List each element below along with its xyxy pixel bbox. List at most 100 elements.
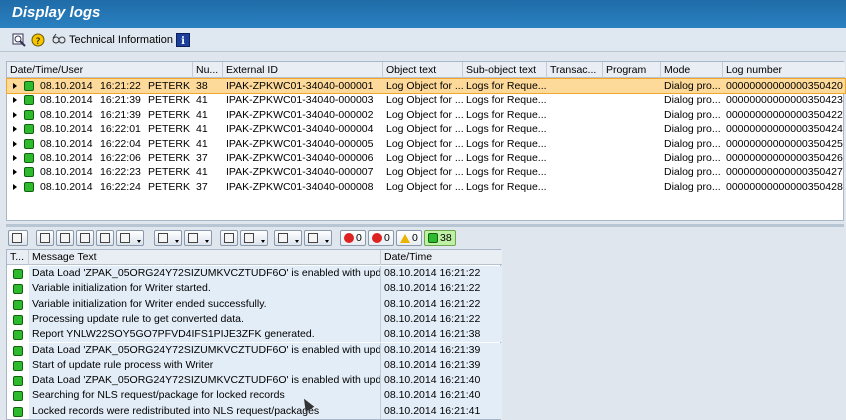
message-text: Variable initialization for Writer start… [29, 281, 381, 297]
success-count-button[interactable]: 38 [424, 230, 456, 246]
log-row[interactable]: 08.10.2014 16:22:04 PETERK 41 IPAK-ZPKWC01-3… [7, 137, 845, 151]
find-icon[interactable] [12, 32, 26, 48]
message-text: Data Load 'ZPAK_05ORG24Y72SIZUMKVCZTUDF6… [29, 342, 381, 358]
log-cell-ext-id: IPAK-ZPKWC01-34040-000004 [226, 123, 374, 136]
log-cell-object: Log Object for ... [386, 94, 463, 107]
log-cell-date: 08.10.2014 [40, 166, 93, 179]
help-icon[interactable]: ? [31, 32, 45, 48]
log-cell-user: PETERK [148, 152, 191, 164]
sum-dropdown-icon[interactable] [154, 230, 182, 246]
column-header-program[interactable]: Program [603, 62, 661, 78]
log-cell-time: 16:21:39 [100, 94, 141, 107]
warning-count-button[interactable]: 0 [396, 230, 422, 246]
expand-arrow-icon[interactable] [13, 155, 17, 161]
expand-arrow-icon[interactable] [13, 83, 17, 89]
log-row[interactable]: 08.10.2014 16:21:39 PETERK 41 IPAK-ZPKWC01-3… [7, 108, 845, 122]
log-cell-date: 08.10.2014 [40, 80, 93, 92]
expand-arrow-icon[interactable] [13, 183, 17, 190]
message-row[interactable]: Searching for NLS request/package for lo… [7, 388, 502, 404]
layout-dropdown-icon[interactable] [304, 230, 332, 246]
log-cell-num: 41 [196, 137, 208, 150]
log-cell-user: PETERK [148, 180, 191, 193]
status-led-icon [24, 153, 34, 163]
export-icon[interactable] [274, 230, 302, 246]
column-header-date-time-user[interactable]: Date/Time/User [7, 62, 193, 78]
log-cell-log-number: 00000000000000350422 [726, 108, 843, 121]
find-next-icon[interactable] [96, 230, 114, 246]
views-dropdown-icon[interactable] [240, 230, 268, 246]
column-header-subobject-text[interactable]: Sub-object text [463, 62, 547, 78]
log-cell-time: 16:22:01 [100, 123, 141, 136]
column-header-object-text[interactable]: Object text [383, 62, 463, 78]
message-text: Searching for NLS request/package for lo… [29, 388, 381, 404]
log-cell-time: 16:22:24 [100, 180, 141, 193]
column-header-date-time[interactable]: Date/Time [381, 250, 502, 265]
expand-arrow-icon[interactable] [13, 97, 17, 104]
log-row[interactable]: 08.10.2014 16:21:22 PETERK 38 IPAK-ZPKWC01-3… [6, 77, 846, 95]
print-preview-icon[interactable] [220, 230, 238, 246]
message-row[interactable]: Processing update rule to get converted … [7, 311, 502, 328]
log-row[interactable]: 08.10.2014 16:22:06 PETERK 37 IPAK-ZPKWC01-3… [7, 151, 845, 165]
message-row[interactable]: Data Load 'ZPAK_05ORG24Y72SIZUMKVCZTUDF6… [7, 266, 502, 282]
log-cell-num: 41 [196, 108, 208, 121]
message-date-time: 08.10.2014 16:21:22 [381, 266, 502, 282]
expand-icon[interactable] [8, 230, 28, 246]
log-cell-trans [547, 151, 603, 165]
log-cell-date: 08.10.2014 [40, 152, 93, 164]
message-type-icon [13, 391, 23, 402]
print-icon[interactable] [36, 230, 54, 246]
log-cell-ext-id: IPAK-ZPKWC01-34040-000008 [226, 180, 374, 193]
log-cell-log-number: 00000000000000350426 [726, 152, 843, 164]
log-cell-mode: Dialog pro... [664, 137, 721, 150]
message-date-time: 08.10.2014 16:21:41 [381, 403, 502, 419]
expand-arrow-icon[interactable] [13, 169, 17, 176]
log-cell-num: 41 [196, 166, 208, 179]
stop-count-button[interactable]: 0 [340, 230, 366, 246]
technical-information-button[interactable]: Technical Information [52, 32, 173, 48]
log-cell-ext-id: IPAK-ZPKWC01-34040-000001 [226, 80, 374, 92]
message-row[interactable]: Variable initialization for Writer start… [7, 281, 502, 297]
message-row[interactable]: Data Load 'ZPAK_05ORG24Y72SIZUMKVCZTUDF6… [7, 373, 502, 389]
column-header-type[interactable]: T... [7, 250, 29, 265]
filter-icon[interactable] [56, 230, 74, 246]
log-row[interactable]: 08.10.2014 16:22:23 PETERK 41 IPAK-ZPKWC01-3… [7, 165, 845, 179]
log-cell-program [603, 108, 661, 122]
message-type-icon [13, 314, 23, 325]
message-text: Variable initialization for Writer ended… [29, 296, 381, 312]
column-header-transaction[interactable]: Transac... [547, 62, 603, 78]
message-date-time: 08.10.2014 16:21:22 [381, 311, 502, 328]
log-cell-date: 08.10.2014 [40, 108, 93, 121]
column-header-mode[interactable]: Mode [661, 62, 723, 78]
log-row[interactable]: 08.10.2014 16:22:24 PETERK 37 IPAK-ZPKWC01-3… [7, 180, 845, 194]
status-led-icon [24, 109, 34, 120]
message-row[interactable]: Start of update rule process with Writer… [7, 357, 502, 374]
title-bar: Display logs [0, 0, 846, 28]
expand-arrow-icon[interactable] [13, 126, 17, 133]
message-row[interactable]: Variable initialization for Writer ended… [7, 296, 502, 312]
log-cell-date: 08.10.2014 [40, 137, 93, 150]
error-count-button[interactable]: 0 [368, 230, 394, 246]
info-icon[interactable]: i [176, 32, 190, 48]
log-cell-program [603, 151, 661, 165]
column-header-number[interactable]: Nu... [193, 62, 223, 78]
log-row[interactable]: 08.10.2014 16:22:01 PETERK 41 IPAK-ZPKWC01-3… [7, 122, 845, 136]
message-row[interactable]: Data Load 'ZPAK_05ORG24Y72SIZUMKVCZTUDF6… [7, 342, 502, 358]
column-header-message-text[interactable]: Message Text [29, 250, 381, 265]
log-cell-subobject: Logs for Reque... [466, 137, 547, 150]
splitter[interactable] [6, 224, 844, 227]
status-led-icon [24, 81, 34, 91]
message-row[interactable]: Locked records were redistributed into N… [7, 403, 502, 419]
layout-icon[interactable] [76, 230, 94, 246]
log-cell-program [603, 137, 661, 151]
log-row[interactable]: 08.10.2014 16:21:39 PETERK 41 IPAK-ZPKWC01-3… [7, 93, 845, 107]
log-cell-object: Log Object for ... [386, 152, 463, 164]
expand-arrow-icon[interactable] [13, 140, 17, 147]
expand-arrow-icon[interactable] [13, 111, 17, 118]
subtotal-dropdown-icon[interactable] [184, 230, 212, 246]
message-row[interactable]: Report YNLW22SOY5GO7PFVD4IFS1PIJE3ZFK ge… [7, 327, 502, 343]
column-header-external-id[interactable]: External ID [223, 62, 383, 78]
log-cell-trans [547, 165, 603, 179]
log-cell-date: 08.10.2014 [40, 180, 93, 193]
column-header-log-number[interactable]: Log number [723, 62, 845, 78]
sort-dropdown-icon[interactable] [116, 230, 144, 246]
